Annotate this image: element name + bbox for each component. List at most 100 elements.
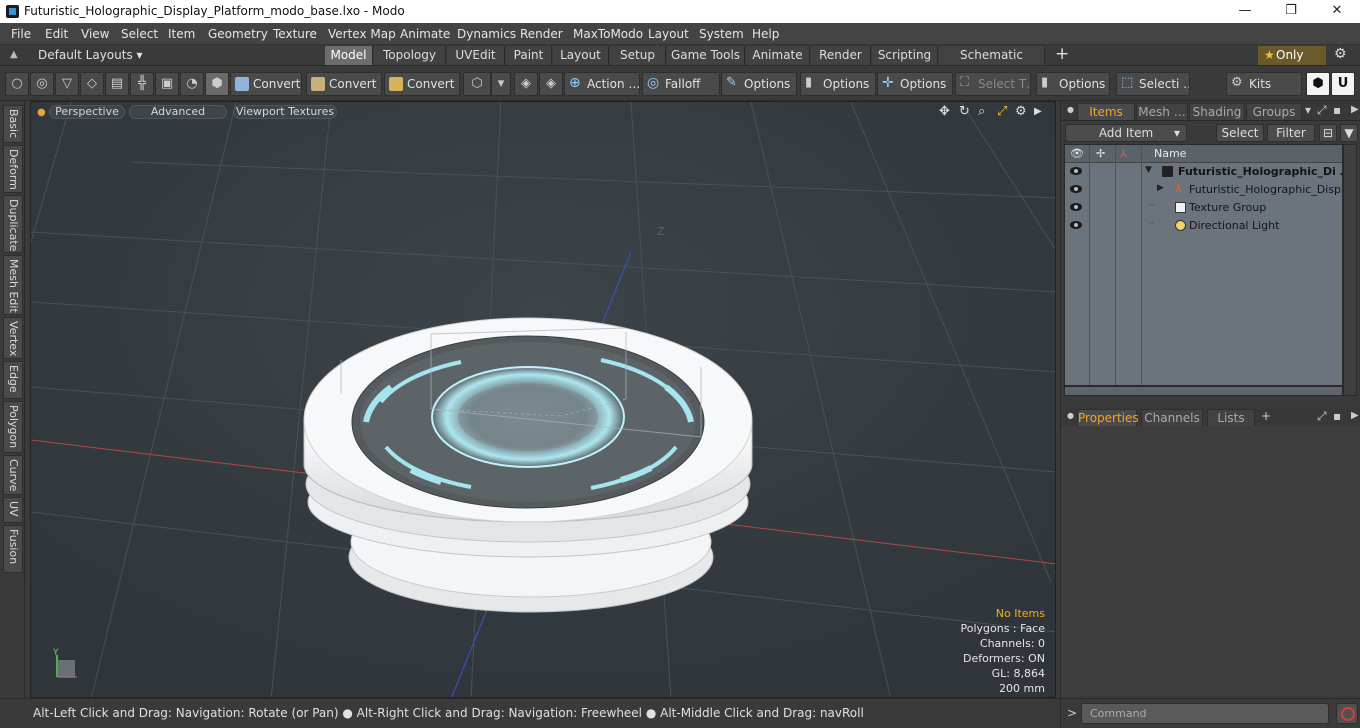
tab-game-tools[interactable]: Game Tools (667, 46, 745, 65)
unity-icon[interactable]: ⬢ (1306, 72, 1330, 96)
filter-button[interactable]: Filter (1267, 124, 1315, 142)
fit-icon[interactable]: ⤢ (997, 104, 1007, 119)
tab-vertex[interactable]: Vertex (3, 317, 23, 359)
viewport-expand-icon[interactable]: ▶ (1034, 106, 1042, 117)
falloff-button[interactable]: ◎ Falloff (642, 72, 720, 96)
holographic-platform-model[interactable] (303, 317, 753, 613)
expand-arrow-icon[interactable]: ▶ (1157, 183, 1164, 193)
expand-arrow-icon[interactable]: ▼ (1145, 165, 1152, 175)
eye-icon[interactable] (1069, 201, 1083, 213)
viewport-textures-dropdown[interactable]: Viewport Textures (233, 105, 337, 119)
vertex-mode-icon[interactable]: ○ (5, 72, 29, 96)
panel-arrow-icon[interactable]: ▶ (1351, 410, 1359, 421)
tab-schematic-fusion[interactable]: Schematic Fusion (939, 46, 1045, 80)
eye-icon[interactable] (1069, 165, 1083, 177)
tab-layout[interactable]: Layout (553, 46, 609, 65)
menu-texture[interactable]: Texture (273, 27, 317, 41)
menu-view[interactable]: View (81, 27, 109, 41)
menu-item[interactable]: Item (168, 27, 195, 41)
tab-model[interactable]: Model (325, 46, 373, 65)
tab-mesh[interactable]: Mesh … (1136, 103, 1188, 120)
add-tab-button[interactable]: + (1261, 409, 1271, 423)
tab-fusion[interactable]: Fusion (3, 525, 23, 573)
tab-mesh-edit[interactable]: Mesh Edit (3, 255, 23, 315)
list-item-texture-group[interactable]: ┈ Texture Group (1065, 199, 1342, 217)
cube-mode-icon[interactable]: ⬢ (205, 72, 229, 96)
list-item-scene[interactable]: ▼ Futuristic_Holographic_Di … (1065, 163, 1342, 181)
tab-channels[interactable]: Channels (1141, 409, 1203, 426)
material-mode-icon[interactable]: ◔ (180, 72, 204, 96)
eye-icon[interactable] (1069, 219, 1083, 231)
eye-icon[interactable] (1069, 183, 1083, 195)
convert-button-1[interactable]: Convert (230, 72, 302, 96)
items-list[interactable]: 👁 ✢ ⅄ Name ▼ Futuristic_Holographic_Di …… (1064, 144, 1343, 386)
convert-button-3[interactable]: Convert (384, 72, 460, 96)
gear-icon[interactable]: ⚙ (1334, 46, 1347, 62)
selection-options-button[interactable]: ▮ Options (1036, 72, 1110, 96)
viewport-menu-dot-icon[interactable]: ● (37, 107, 46, 118)
panel-expand-icon[interactable]: ⤢ (1317, 103, 1327, 118)
polygon-mode-icon[interactable]: ◇ (80, 72, 104, 96)
panel-arrow-icon[interactable]: ▶ (1351, 104, 1359, 115)
tab-groups[interactable]: Groups (1246, 103, 1302, 120)
restore-button[interactable]: ❐ (1268, 0, 1314, 23)
select-button[interactable]: Select (1216, 124, 1264, 142)
select-tool-button[interactable]: ⛶ Select T… (955, 72, 1031, 96)
minimize-button[interactable]: — (1222, 0, 1268, 23)
tab-edge[interactable]: Edge (3, 361, 23, 399)
tab-paint[interactable]: Paint (506, 46, 552, 65)
3d-viewport[interactable]: Z Y ● Perspective Advanced Viewport Text… (30, 101, 1056, 698)
tab-duplicate[interactable]: Duplicate (3, 195, 23, 253)
list-item-directional-light[interactable]: ┈ Directional Light (1065, 217, 1342, 235)
rotate-icon[interactable]: ↻ (959, 104, 970, 119)
tab-items[interactable]: Items (1077, 103, 1135, 120)
tab-render[interactable]: Render (811, 46, 871, 65)
tab-uv[interactable]: UV (3, 497, 23, 523)
menu-dynamics[interactable]: Dynamics (457, 27, 516, 41)
add-item-dropdown[interactable]: Add Item ▾ (1065, 124, 1187, 142)
tab-lists[interactable]: Lists (1207, 409, 1255, 426)
record-macro-icon[interactable] (1336, 703, 1358, 724)
command-input[interactable]: Command (1081, 703, 1329, 724)
collapse-icon[interactable]: ⊟ (1319, 124, 1337, 142)
items-vertical-scrollbar[interactable] (1343, 144, 1357, 396)
tab-shading[interactable]: Shading (1189, 103, 1245, 120)
perspective-dropdown[interactable]: Perspective (49, 105, 125, 119)
tab-animate[interactable]: Animate (746, 46, 810, 65)
edge-mode-icon[interactable]: ▽ (55, 72, 79, 96)
center-mode-icon[interactable]: ▣ (155, 72, 179, 96)
menu-help[interactable]: Help (752, 27, 779, 41)
menu-maxtomodo[interactable]: MaxToModo (573, 27, 643, 41)
menu-system[interactable]: System (699, 27, 744, 41)
viewport-scene[interactable]: Z Y (31, 102, 1056, 698)
tab-basic[interactable]: Basic (3, 105, 23, 143)
tab-scripting[interactable]: Scripting (872, 46, 938, 65)
kits-button[interactable]: ⚙ Kits (1226, 72, 1302, 96)
layout-up-icon[interactable]: ▲ (10, 49, 18, 60)
selection-sets-button[interactable]: ⬚ Selecti … (1116, 72, 1190, 96)
only-toggle[interactable]: ★ Only (1258, 46, 1326, 65)
falloff-options-button[interactable]: ✎ Options (721, 72, 797, 96)
menu-layout[interactable]: Layout (648, 27, 689, 41)
unreal-icon[interactable]: U (1331, 72, 1355, 96)
list-item-mesh[interactable]: ▶ ⅄ Futuristic_Holographic_Displ … (1065, 181, 1342, 199)
tab-uvedit[interactable]: UVEdit (447, 46, 505, 65)
add-layout-tab-button[interactable]: + (1055, 44, 1069, 64)
close-button[interactable]: ✕ (1314, 0, 1360, 23)
snapping-options-button[interactable]: ▮ Options (800, 72, 876, 96)
menu-render[interactable]: Render (520, 27, 563, 41)
menu-animate[interactable]: Animate (400, 27, 450, 41)
symmetry-icon[interactable]: ◈ (514, 72, 538, 96)
globe-mode-icon[interactable]: ◎ (30, 72, 54, 96)
funnel-icon[interactable]: ▼ (1340, 124, 1358, 142)
name-column-header[interactable]: Name (1154, 147, 1186, 160)
symmetry-options-button[interactable]: ✛ Options (877, 72, 953, 96)
action-center-button[interactable]: ⊕ Action … (564, 72, 640, 96)
pan-icon[interactable]: ✥ (939, 104, 950, 119)
panel-maximize-icon[interactable]: ▪ (1333, 103, 1341, 117)
tab-topology[interactable]: Topology (374, 46, 446, 65)
tab-polygon[interactable]: Polygon (3, 401, 23, 453)
tab-setup[interactable]: Setup (610, 46, 666, 65)
items-horizontal-scrollbar[interactable] (1064, 386, 1343, 396)
panel-menu-icon[interactable]: ▾ (1305, 103, 1311, 117)
